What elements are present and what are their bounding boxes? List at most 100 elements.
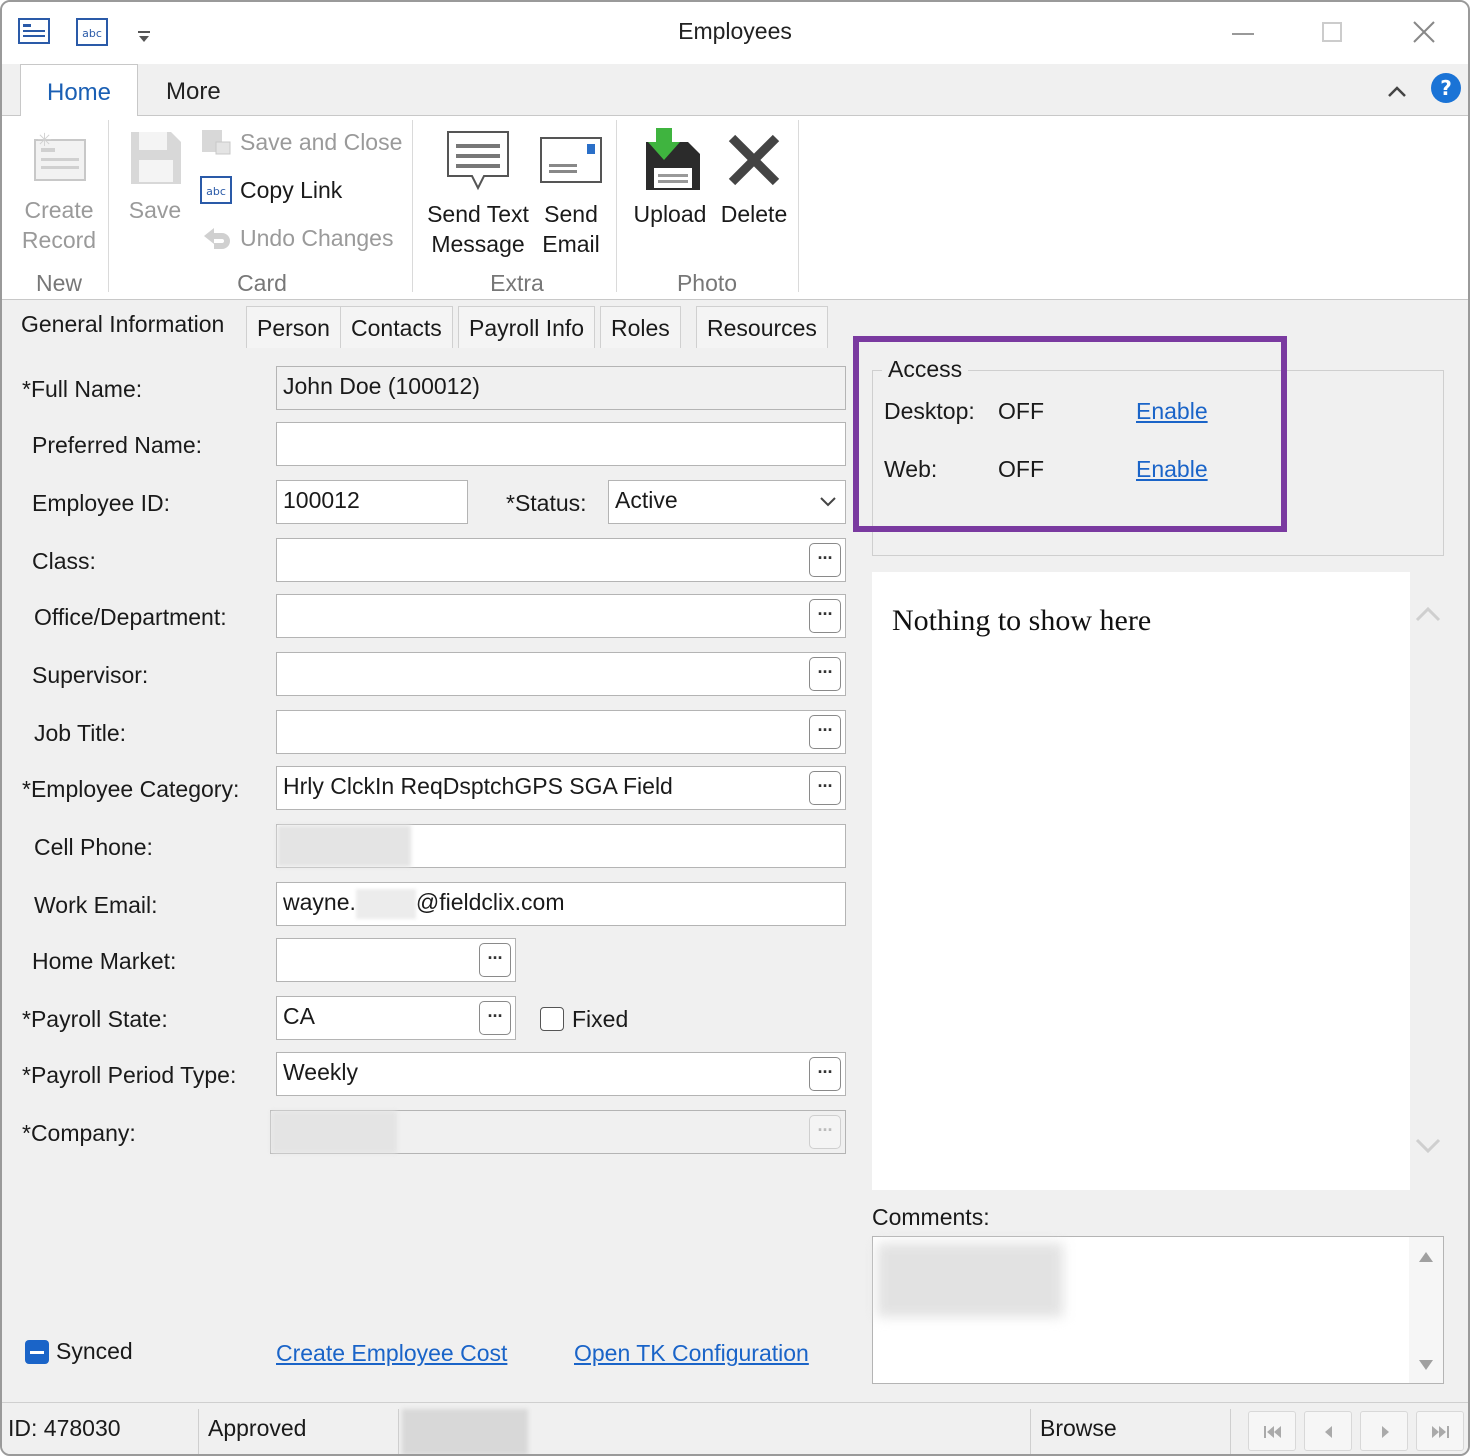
record-id: ID: 478030 <box>8 1415 121 1441</box>
first-record-icon <box>1264 1426 1281 1438</box>
tab-more[interactable]: More <box>140 64 247 116</box>
work-email-prefix: wayne. <box>283 889 356 916</box>
employee-category-field[interactable]: Hrly ClckIn ReqDsptchGPS SGA Field ··· <box>276 766 846 810</box>
group-photo-label: Photo <box>676 270 738 296</box>
maximize-button[interactable] <box>1302 12 1362 52</box>
copy-link-button[interactable]: abc Copy Link <box>200 176 342 204</box>
payroll-state-value: CA <box>283 1003 315 1029</box>
payroll-state-lookup-button[interactable]: ··· <box>479 1001 511 1035</box>
job-title-label: Job Title: <box>34 720 127 746</box>
supervisor-lookup-button[interactable]: ··· <box>809 657 841 691</box>
next-record-button[interactable] <box>1360 1411 1408 1451</box>
fixed-checkbox[interactable] <box>540 1007 564 1031</box>
work-email-field[interactable]: wayne. @fieldclix.com <box>276 882 846 926</box>
send-email-label-1: Send <box>544 201 598 227</box>
last-record-button[interactable] <box>1416 1411 1464 1451</box>
status-select[interactable]: Active <box>608 480 846 524</box>
class-lookup-button[interactable]: ··· <box>809 543 841 577</box>
office-department-field[interactable]: ··· <box>276 594 846 638</box>
tab-roles[interactable]: Roles <box>600 306 681 348</box>
status-bar: ID: 478030 Approved Browse <box>2 1402 1468 1454</box>
company-lookup-button[interactable]: ··· <box>809 1115 841 1149</box>
comments-textarea[interactable] <box>872 1236 1444 1384</box>
home-market-lookup-button[interactable]: ··· <box>479 943 511 977</box>
tab-home[interactable]: Home <box>20 64 139 117</box>
panel-scroll-up-icon[interactable] <box>1414 604 1442 632</box>
company-field[interactable]: ··· <box>270 1110 846 1154</box>
delete-button[interactable]: Delete <box>716 128 792 229</box>
help-icon[interactable]: ? <box>1430 72 1462 110</box>
first-record-button[interactable] <box>1248 1411 1296 1451</box>
employee-id-field[interactable]: 100012 <box>276 480 468 524</box>
upload-label: Upload <box>633 201 707 227</box>
cell-phone-field[interactable] <box>276 824 846 868</box>
home-market-field[interactable]: ··· <box>276 938 516 982</box>
save-and-close-label: Save and Close <box>240 128 403 155</box>
next-record-icon <box>1382 1426 1389 1438</box>
mode-indicator: Browse <box>1040 1415 1117 1441</box>
panel-scroll-down-icon[interactable] <box>1414 1134 1442 1162</box>
redacted-status <box>402 1409 528 1454</box>
text-message-icon <box>447 131 509 191</box>
group-new-label: New <box>35 270 82 296</box>
undo-changes-button[interactable]: Undo Changes <box>200 224 393 252</box>
previous-record-icon <box>1325 1426 1332 1438</box>
comments-scrollbar[interactable] <box>1409 1237 1443 1383</box>
ribbon-separator <box>108 120 109 292</box>
delete-label: Delete <box>720 201 788 227</box>
supervisor-field[interactable]: ··· <box>276 652 846 696</box>
create-employee-cost-link[interactable]: Create Employee Cost <box>276 1340 507 1367</box>
preferred-name-field[interactable] <box>276 422 846 466</box>
payroll-period-lookup-button[interactable]: ··· <box>809 1057 841 1091</box>
tab-general-information[interactable]: General Information <box>10 302 236 350</box>
employee-category-label: *Employee Category: <box>22 776 240 802</box>
full-name-field[interactable]: John Doe (100012) <box>276 366 846 410</box>
create-record-label-1: Create <box>24 197 94 223</box>
ribbon-tab-bar: Home More ? <box>2 64 1468 117</box>
status-value: Active <box>615 487 678 513</box>
preferred-name-label: Preferred Name: <box>32 432 203 458</box>
send-text-message-button[interactable]: Send Text Message <box>422 128 534 259</box>
tab-payroll-info[interactable]: Payroll Info <box>458 306 596 348</box>
group-card-label: Card <box>237 270 287 296</box>
tab-person[interactable]: Person <box>246 306 341 348</box>
redacted-comment <box>877 1243 1063 1317</box>
send-email-button[interactable]: Send Email <box>536 128 606 259</box>
undo-changes-label: Undo Changes <box>240 224 394 251</box>
collapse-ribbon-icon[interactable] <box>1386 80 1408 107</box>
create-record-icon: ✳ <box>34 130 86 181</box>
employee-category-lookup-button[interactable]: ··· <box>809 771 841 805</box>
redacted-company <box>271 1111 397 1153</box>
redacted-phone <box>277 825 411 867</box>
full-name-label: *Full Name: <box>22 376 143 402</box>
payroll-state-field[interactable]: CA ··· <box>276 996 516 1040</box>
job-title-lookup-button[interactable]: ··· <box>809 715 841 749</box>
tab-contacts[interactable]: Contacts <box>340 306 453 348</box>
upload-button[interactable]: Upload <box>628 128 712 229</box>
close-button[interactable] <box>1394 12 1454 52</box>
create-record-button[interactable]: ✳ Create Record <box>16 128 102 255</box>
open-tk-configuration-link[interactable]: Open TK Configuration <box>574 1340 809 1367</box>
ribbon-separator <box>412 120 413 292</box>
minimize-button[interactable] <box>1212 12 1272 52</box>
home-market-label: Home Market: <box>32 948 177 974</box>
payroll-state-label: *Payroll State: <box>22 1006 168 1032</box>
record-state: Approved <box>208 1415 307 1441</box>
save-and-close-icon <box>202 130 231 155</box>
group-extra-label: Extra <box>490 270 544 296</box>
work-email-label: Work Email: <box>34 892 158 918</box>
office-department-label: Office/Department: <box>34 604 227 630</box>
ribbon-separator <box>616 120 617 292</box>
office-lookup-button[interactable]: ··· <box>809 599 841 633</box>
class-field[interactable]: ··· <box>276 538 846 582</box>
company-label: *Company: <box>22 1120 136 1146</box>
svg-text:?: ? <box>1440 76 1452 100</box>
save-button[interactable]: Save <box>120 128 190 225</box>
supervisor-label: Supervisor: <box>32 662 149 688</box>
tab-resources[interactable]: Resources <box>696 306 828 348</box>
previous-record-button[interactable] <box>1304 1411 1352 1451</box>
save-and-close-button[interactable]: Save and Close <box>200 128 402 156</box>
payroll-period-type-field[interactable]: Weekly ··· <box>276 1052 846 1096</box>
job-title-field[interactable]: ··· <box>276 710 846 754</box>
work-email-suffix: @fieldclix.com <box>415 889 565 916</box>
